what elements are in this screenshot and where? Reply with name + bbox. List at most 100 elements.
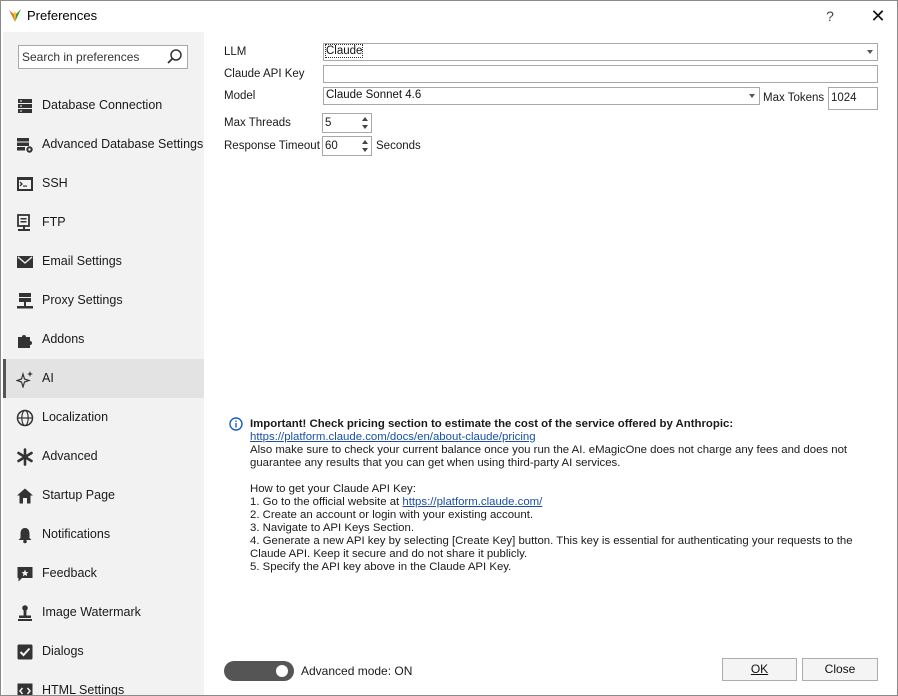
ftp-icon — [17, 214, 30, 231]
sidebar-item-label: Email Settings — [42, 254, 122, 268]
sidebar-item-label: Dialogs — [42, 644, 84, 658]
sidebar-item-notifications[interactable]: Notifications — [3, 515, 204, 554]
pricing-heading: Important! Check pricing section to esti… — [250, 418, 734, 430]
sidebar-item-label: Advanced — [42, 449, 98, 463]
max-tokens-value: 1024 — [831, 92, 857, 104]
sidebar: Database Connection Advanced Database Se… — [3, 32, 204, 695]
response-timeout-stepper[interactable]: 60 — [322, 136, 372, 156]
sidebar-item-startup-page[interactable]: Startup Page — [3, 476, 204, 515]
sidebar-item-email-settings[interactable]: Email Settings — [3, 242, 204, 281]
sidebar-item-advanced-database-settings[interactable]: Advanced Database Settings — [3, 125, 204, 164]
llm-select-value: Claude — [324, 44, 364, 58]
api-key-label: Claude API Key — [224, 68, 305, 80]
sidebar-item-proxy-settings[interactable]: Proxy Settings — [3, 281, 204, 320]
pricing-link[interactable]: https://platform.claude.com/docs/en/abou… — [250, 431, 536, 443]
sidebar-item-label: Image Watermark — [42, 605, 141, 619]
step1-text: 1. Go to the official website at — [250, 496, 403, 508]
sidebar-item-label: FTP — [42, 215, 66, 229]
sidebar-item-advanced[interactable]: Advanced — [3, 437, 204, 476]
terminal-icon — [17, 177, 33, 191]
envelope-icon — [17, 256, 33, 268]
sidebar-item-html-settings[interactable]: HTML Settings — [3, 671, 204, 695]
sidebar-item-label: Addons — [42, 332, 85, 346]
model-select[interactable]: Claude Sonnet 4.6 — [323, 87, 760, 105]
window-title: Preferences — [27, 8, 98, 23]
step3-text: 3. Navigate to API Keys Section. — [250, 522, 414, 534]
info-icon — [229, 417, 243, 431]
max-tokens-field[interactable]: 1024 — [828, 87, 878, 110]
max-threads-label: Max Threads — [224, 117, 291, 129]
app-logo-icon — [9, 9, 21, 22]
step5-text: 5. Specify the API key above in the Clau… — [250, 561, 512, 573]
spin-up-icon[interactable] — [362, 140, 368, 144]
spin-down-icon[interactable] — [362, 125, 368, 129]
sidebar-item-feedback[interactable]: Feedback — [3, 554, 204, 593]
ok-button[interactable]: OK — [722, 658, 797, 681]
sidebar-item-ai[interactable]: AI — [3, 359, 204, 398]
close-button-label: Close — [824, 662, 856, 676]
sidebar-item-label: SSH — [42, 176, 68, 190]
proxy-icon — [17, 293, 33, 309]
database-icon — [18, 99, 32, 113]
model-label: Model — [224, 90, 256, 102]
response-timeout-value: 60 — [325, 140, 338, 152]
search-box — [18, 45, 188, 69]
chevron-down-icon — [867, 50, 873, 54]
llm-label: LLM — [224, 46, 247, 58]
search-icon[interactable] — [165, 48, 185, 66]
sidebar-item-image-watermark[interactable]: Image Watermark — [3, 593, 204, 632]
feedback-icon — [17, 567, 33, 582]
sidebar-item-label: Advanced Database Settings — [42, 137, 204, 151]
chevron-down-icon — [749, 94, 755, 98]
sidebar-item-addons[interactable]: Addons — [3, 320, 204, 359]
api-key-field[interactable] — [323, 65, 878, 83]
checkbox-icon — [17, 644, 33, 660]
spin-down-icon[interactable] — [362, 148, 368, 152]
balance-note: Also make sure to check your current bal… — [250, 444, 848, 469]
ok-button-label: OK — [750, 662, 769, 676]
sparkle-icon — [16, 371, 33, 388]
max-threads-stepper[interactable]: 5 — [322, 113, 372, 133]
sidebar-item-label: Proxy Settings — [42, 293, 123, 307]
sidebar-item-label: Localization — [42, 410, 109, 424]
max-threads-value: 5 — [325, 117, 332, 129]
advanced-mode-toggle[interactable] — [224, 661, 294, 681]
search-input[interactable] — [22, 49, 162, 65]
sidebar-item-label: Notifications — [42, 527, 111, 541]
watermark-icon — [18, 605, 32, 621]
window-close-button[interactable]: ✕ — [866, 5, 890, 27]
platform-link[interactable]: https://platform.claude.com/ — [402, 496, 542, 508]
close-button[interactable]: Close — [802, 658, 878, 681]
llm-select[interactable]: Claude — [323, 43, 878, 61]
sidebar-item-ftp[interactable]: FTP — [3, 203, 204, 242]
howto-title: How to get your Claude API Key: — [250, 483, 416, 495]
sidebar-item-label: Database Connection — [42, 98, 163, 112]
title-bar: Preferences ? ✕ — [1, 1, 897, 31]
advanced-mode-label: Advanced mode: ON — [301, 664, 413, 678]
spin-up-icon[interactable] — [362, 117, 368, 121]
sidebar-item-label: Feedback — [42, 566, 97, 580]
toggle-knob — [276, 665, 288, 677]
model-select-value: Claude Sonnet 4.6 — [326, 89, 422, 101]
html-icon — [17, 683, 33, 695]
step4-text: 4. Generate a new API key by selecting [… — [250, 535, 853, 560]
sidebar-item-localization[interactable]: Localization — [3, 398, 204, 437]
content-panel: LLM Claude Claude API Key Model Claude S… — [204, 32, 897, 695]
response-timeout-label: Response Timeout — [224, 140, 320, 152]
step2-text: 2. Create an account or login with your … — [250, 509, 534, 521]
sidebar-nav: Database Connection Advanced Database Se… — [3, 86, 204, 695]
bell-icon — [18, 528, 32, 544]
sidebar-item-ssh[interactable]: SSH — [3, 164, 204, 203]
asterisk-icon — [17, 448, 33, 466]
preferences-window: Preferences ? ✕ Database Connection Adva… — [0, 0, 898, 696]
help-button[interactable]: ? — [820, 5, 840, 27]
max-tokens-label: Max Tokens — [763, 92, 825, 104]
sidebar-item-label: HTML Settings — [42, 683, 125, 695]
sidebar-item-label: Startup Page — [42, 488, 115, 502]
home-icon — [17, 488, 33, 504]
sidebar-item-dialogs[interactable]: Dialogs — [3, 632, 204, 671]
sidebar-item-database-connection[interactable]: Database Connection — [3, 86, 204, 125]
puzzle-icon — [18, 335, 32, 348]
sidebar-item-label: AI — [42, 371, 54, 385]
database-settings-icon — [17, 138, 33, 153]
